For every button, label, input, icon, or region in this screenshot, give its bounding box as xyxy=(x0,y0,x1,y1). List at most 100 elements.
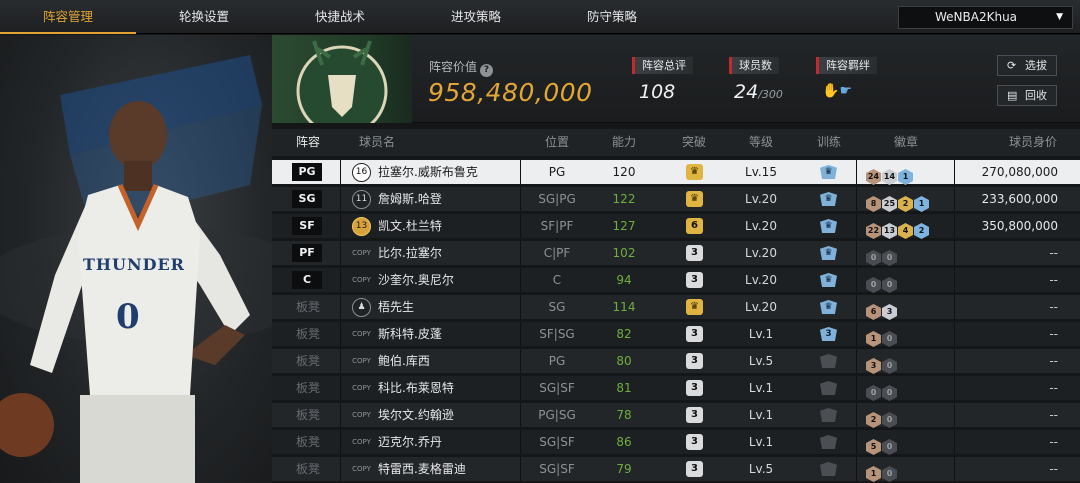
table-row[interactable]: 板凳 COPY 鲍伯.库西 PG 80 3 Lv.5 3 0 -- xyxy=(272,349,1080,374)
col-rating[interactable]: 能力 xyxy=(594,129,654,156)
badge-hex-icon: 4 xyxy=(898,223,913,239)
select-button[interactable]: ⟳ 选拔 xyxy=(997,55,1057,76)
badge-hex-icon: 0 xyxy=(866,277,881,293)
team-logo xyxy=(272,35,412,137)
player-price: -- xyxy=(1049,381,1058,395)
player-rating: 82 xyxy=(616,327,632,341)
tab-quick-tactics[interactable]: 快捷战术 xyxy=(272,0,408,34)
divider xyxy=(856,430,857,454)
badge-hex-icon: 2 xyxy=(914,223,929,239)
player-rating: 78 xyxy=(616,408,632,422)
player-position: SG xyxy=(548,300,566,314)
table-row[interactable]: 板凳 COPY 迈克尔.乔丹 SG|SF 86 3 Lv.1 5 0 -- xyxy=(272,430,1080,455)
table-row[interactable]: 板凳 COPY 特雷西.麦格雷迪 SG|SF 79 3 Lv.5 1 0 -- xyxy=(272,457,1080,482)
training-shield-icon[interactable]: ♛ xyxy=(820,192,837,206)
col-training[interactable]: 训练 xyxy=(799,129,859,156)
divider xyxy=(954,403,955,427)
player-position: C xyxy=(552,273,562,287)
training-shield-icon[interactable]: ♛ xyxy=(820,246,837,260)
table-row[interactable]: SG 11 詹姆斯.哈登 SG|PG 122 ♛ Lv.20 ♛ 8 25 2 1 233,600,00… xyxy=(272,187,1080,212)
player-level: Lv.1 xyxy=(748,381,774,395)
slot-bench: 板凳 xyxy=(295,435,320,449)
training-shield-icon[interactable]: 3 xyxy=(820,327,837,341)
lineup-screen: 阵容管理 轮换设置 快捷战术 进攻策略 防守策略 WeNBA2Khua ▼ TH… xyxy=(0,0,1080,483)
training-shield-icon[interactable]: ♛ xyxy=(820,300,837,314)
player-position: C|PF xyxy=(543,246,571,260)
divider xyxy=(856,214,857,238)
player-position: SG|SF xyxy=(539,381,575,395)
recycle-button[interactable]: ▤ 回收 xyxy=(997,85,1057,106)
jersey-number-icon: 11 xyxy=(352,190,371,209)
copy-icon: COPY xyxy=(352,357,371,365)
overall-value: 108 xyxy=(639,81,676,103)
player-level: Lv.20 xyxy=(745,273,777,287)
col-slot[interactable]: 阵容 xyxy=(286,129,330,156)
help-icon[interactable]: ? xyxy=(480,64,494,77)
training-shield-icon[interactable] xyxy=(820,435,837,449)
lineup-value: 958,480,000 xyxy=(428,78,593,107)
col-breakthrough[interactable]: 突破 xyxy=(664,129,724,156)
table-row[interactable]: 板凳 ♟ 梧先生 SG 114 ♛ Lv.20 ♛ 6 3 -- xyxy=(272,295,1080,320)
table-row[interactable]: C COPY 沙奎尔.奥尼尔 C 94 3 Lv.20 ♛ 0 0 -- xyxy=(272,268,1080,293)
tab-rotation[interactable]: 轮换设置 xyxy=(136,0,272,34)
col-name[interactable]: 球员名 xyxy=(352,129,402,156)
table-row[interactable]: SF 13 凯文.杜兰特 SF|PF 127 6 Lv.20 ♛ 22 13 4 2 350,800,0… xyxy=(272,214,1080,239)
tab-offense[interactable]: 进攻策略 xyxy=(408,0,544,34)
player-rating: 81 xyxy=(616,381,632,395)
table-row[interactable]: 板凳 COPY 科比.布莱恩特 SG|SF 81 3 Lv.1 0 0 -- xyxy=(272,376,1080,401)
col-price[interactable]: 球员身价 xyxy=(988,129,1078,156)
training-shield-icon[interactable]: ♛ xyxy=(820,273,837,287)
divider xyxy=(340,160,341,184)
divider xyxy=(856,457,857,481)
player-rating: 94 xyxy=(616,273,632,287)
slot-bench: 板凳 xyxy=(295,354,320,368)
player-rating: 86 xyxy=(616,435,632,449)
divider xyxy=(520,403,521,427)
tab-defense[interactable]: 防守策略 xyxy=(544,0,680,34)
roster-table: 阵容 球员名 位置 能力 突破 等级 训练 徽章 球员身价 PG 16 拉塞尔.威斯… xyxy=(272,129,1080,483)
divider xyxy=(340,376,341,400)
player-position: SG|PG xyxy=(538,192,576,206)
col-position[interactable]: 位置 xyxy=(527,129,587,156)
user-dropdown[interactable]: WeNBA2Khua ▼ xyxy=(898,6,1073,29)
training-shield-icon[interactable]: ♛ xyxy=(820,219,837,233)
player-position: SF|PF xyxy=(540,219,574,233)
divider xyxy=(954,187,955,211)
chemistry-icon[interactable]: ✋☛ xyxy=(822,83,852,99)
divider xyxy=(856,349,857,373)
divider xyxy=(954,214,955,238)
breakthrough-badge: 3 xyxy=(686,461,703,477)
player-level: Lv.20 xyxy=(745,219,777,233)
badge-list: 00 xyxy=(866,245,898,266)
player-name: 比尔.拉塞尔 xyxy=(378,246,442,260)
player-name: 詹姆斯.哈登 xyxy=(378,192,442,206)
training-shield-icon[interactable] xyxy=(820,462,837,476)
divider xyxy=(954,457,955,481)
table-row[interactable]: PG 16 拉塞尔.威斯布鲁克 PG 120 ♛ Lv.15 ♛ 24 14 1 270,080,00… xyxy=(272,160,1080,185)
training-shield-icon[interactable] xyxy=(820,381,837,395)
breakthrough-badge: 3 xyxy=(686,407,703,423)
breakthrough-badge: 6 xyxy=(686,218,703,234)
training-shield-icon[interactable] xyxy=(820,408,837,422)
table-row[interactable]: 板凳 COPY 埃尔文.约翰逊 PG|SG 78 3 Lv.1 2 0 -- xyxy=(272,403,1080,428)
table-row[interactable]: PF COPY 比尔.拉塞尔 C|PF 102 3 Lv.20 ♛ 0 0 -- xyxy=(272,241,1080,266)
divider xyxy=(954,160,955,184)
divider xyxy=(520,160,521,184)
col-level[interactable]: 等级 xyxy=(727,129,795,156)
player-name: 拉塞尔.威斯布鲁克 xyxy=(378,165,478,179)
player-position: SF|SG xyxy=(539,327,575,341)
avatar-icon: ♟ xyxy=(352,298,371,317)
training-shield-icon[interactable]: ♛ xyxy=(820,165,837,179)
badge-hex-icon: 0 xyxy=(866,250,881,266)
divider xyxy=(856,241,857,265)
col-badges[interactable]: 徽章 xyxy=(876,129,936,156)
table-row[interactable]: 板凳 COPY 斯科特.皮蓬 SF|SG 82 3 Lv.1 3 1 0 -- xyxy=(272,322,1080,347)
badge-hex-icon: 1 xyxy=(866,466,881,482)
divider xyxy=(340,241,341,265)
breakthrough-badge: 3 xyxy=(686,326,703,342)
badge-list: 00 xyxy=(866,272,898,293)
training-shield-icon[interactable] xyxy=(820,354,837,368)
tab-lineup[interactable]: 阵容管理 xyxy=(0,0,136,34)
lineup-value-label: 阵容价值? xyxy=(429,58,494,77)
badge-list: 50 xyxy=(866,434,898,455)
